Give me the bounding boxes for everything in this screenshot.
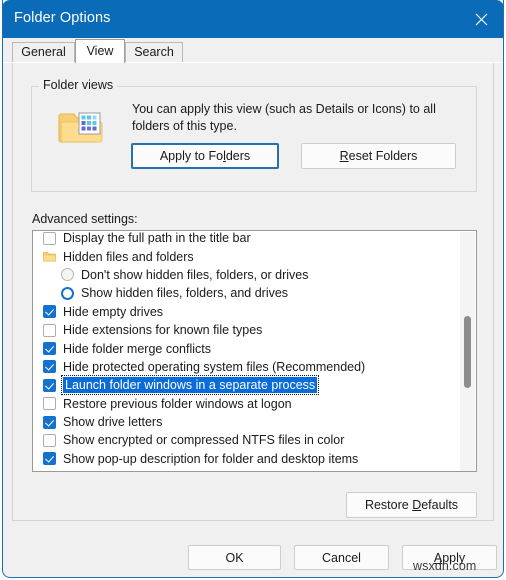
advanced-setting-label: Hide extensions for known file types: [63, 323, 263, 338]
restore-defaults-label: Restore: [364, 498, 413, 512]
advanced-setting-row[interactable]: Hide extensions for known file types: [33, 321, 458, 339]
advanced-setting-row[interactable]: Show hidden files, folders, and drives: [33, 284, 458, 302]
ok-button[interactable]: OK: [188, 545, 281, 570]
advanced-setting-row[interactable]: Launch folder windows in a separate proc…: [33, 375, 458, 396]
checkbox-unchecked-icon[interactable]: [43, 397, 56, 411]
apply-to-folders-button[interactable]: Apply to Folders: [131, 143, 279, 169]
advanced-setting-label: Hide folder merge conflicts: [63, 341, 211, 356]
cancel-button[interactable]: Cancel: [294, 545, 389, 570]
window-title: Folder Options: [14, 10, 111, 26]
advanced-setting-label: Don't show hidden files, folders, or dri…: [81, 267, 309, 282]
folder-icon[interactable]: [43, 250, 56, 263]
advanced-setting-label: Hide protected operating system files (R…: [63, 359, 366, 374]
reset-folders-label: eset Folders: [348, 149, 418, 163]
checkbox-checked-icon[interactable]: [43, 415, 56, 429]
restore-defaults-accel: D: [412, 498, 422, 512]
advanced-setting-label: Show pop-up description for folder and d…: [63, 451, 359, 466]
folder-views-description: You can apply this view (such as Details…: [132, 102, 436, 133]
checkbox-checked-icon[interactable]: [43, 470, 56, 471]
tab-view[interactable]: View: [75, 39, 125, 63]
advanced-setting-label: Launch folder windows in a separate proc…: [60, 375, 320, 396]
advanced-setting-row[interactable]: Hidden files and folders: [33, 247, 458, 265]
advanced-settings-list: Display the full path in the title bar Hi…: [33, 231, 458, 471]
advanced-settings-listbox[interactable]: Display the full path in the title bar Hi…: [32, 230, 477, 472]
advanced-setting-row[interactable]: Show drive letters: [33, 413, 458, 431]
advanced-setting-label: Restore previous folder windows at logon: [63, 396, 292, 411]
reset-folders-button[interactable]: Reset Folders: [301, 143, 456, 169]
advanced-setting-row[interactable]: Show encrypted or compressed NTFS files …: [33, 431, 458, 449]
advanced-setting-row[interactable]: Display the full path in the title bar: [33, 231, 458, 247]
advanced-setting-label: Show hidden files, folders, and drives: [81, 286, 289, 301]
advanced-setting-row[interactable]: Restore previous folder windows at logon: [33, 395, 458, 413]
checkbox-unchecked-icon[interactable]: [43, 323, 56, 337]
advanced-setting-label: Display the full path in the title bar: [63, 231, 251, 246]
advanced-setting-label: Show drive letters: [63, 415, 163, 430]
restore-defaults-button[interactable]: Restore Defaults: [346, 492, 477, 518]
advanced-setting-label: Hidden files and folders: [63, 249, 194, 264]
checkbox-checked-icon[interactable]: [43, 360, 56, 374]
radio-selected-icon[interactable]: [61, 286, 74, 300]
checkbox-checked-icon[interactable]: [43, 452, 56, 466]
folder-with-icons-view-icon: [58, 106, 106, 148]
advanced-setting-row[interactable]: Hide folder merge conflicts: [33, 339, 458, 357]
apply-to-folders-label-tail: ders: [225, 149, 251, 163]
tab-general[interactable]: General: [12, 42, 75, 63]
listbox-scrollbar[interactable]: [460, 232, 475, 471]
checkbox-unchecked-icon[interactable]: [43, 433, 56, 447]
title-bar: Folder Options: [3, 0, 503, 38]
advanced-setting-row[interactable]: Don't show hidden files, folders, or dri…: [33, 266, 458, 284]
restore-defaults-label-tail: efaults: [421, 498, 459, 512]
advanced-settings-label: Advanced settings:: [32, 212, 138, 226]
listbox-scrollbar-thumb[interactable]: [464, 316, 471, 388]
checkbox-unchecked-icon[interactable]: [43, 231, 56, 245]
advanced-setting-row[interactable]: Hide protected operating system files (R…: [33, 358, 458, 376]
close-icon[interactable]: [458, 0, 503, 38]
reset-folders-accel: R: [339, 149, 349, 163]
advanced-setting-label: Show encrypted or compressed NTFS files …: [63, 433, 345, 448]
radio-unselected-icon[interactable]: [61, 268, 74, 282]
advanced-setting-row[interactable]: Show pop-up description for folder and d…: [33, 450, 458, 468]
folder-options-dialog: Folder Options General View Search Folde…: [2, 0, 504, 578]
checkbox-checked-icon[interactable]: [43, 342, 56, 356]
advanced-setting-row[interactable]: [33, 468, 458, 471]
advanced-setting-row[interactable]: Hide empty drives: [33, 303, 458, 321]
advanced-setting-label: Hide empty drives: [63, 304, 164, 319]
watermark: wsxdn.com: [413, 559, 477, 573]
checkbox-checked-icon[interactable]: [43, 378, 56, 392]
apply-to-folders-label: Apply to Fo: [159, 149, 224, 163]
folder-views-legend: Folder views: [39, 78, 118, 92]
tab-strip: General View Search: [3, 38, 503, 63]
checkbox-checked-icon[interactable]: [43, 305, 56, 319]
tab-search[interactable]: Search: [125, 42, 183, 63]
